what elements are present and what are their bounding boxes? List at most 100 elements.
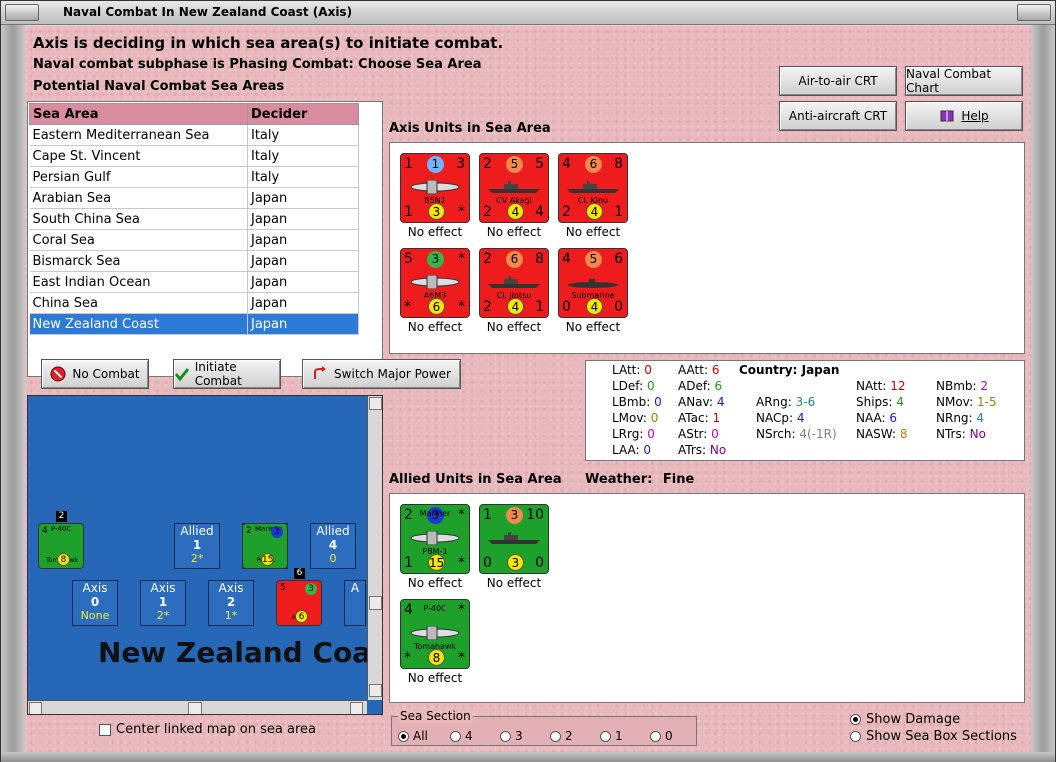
axis-sea-box[interactable]: Axis 0 None bbox=[72, 580, 118, 626]
unit-counter[interactable]: 1 3 1 B5N1 1 3 * bbox=[400, 153, 470, 223]
unit-counter[interactable]: 2 8 6 CL Jintsu 2 4 1 bbox=[479, 248, 549, 318]
stat-key: LRrg: bbox=[612, 427, 644, 441]
unit-counter[interactable]: 4 8 6 CL Kinu 2 4 1 bbox=[558, 153, 628, 223]
column-header-decider[interactable]: Decider bbox=[247, 103, 359, 125]
close-button[interactable] bbox=[1017, 4, 1051, 21]
sea-section-option[interactable]: 4 bbox=[450, 729, 473, 743]
map-horizontal-scrollbar[interactable] bbox=[28, 700, 367, 714]
sea-section-option[interactable]: 0 bbox=[650, 729, 673, 743]
map-unit-counter[interactable]: 2Mariner3PBM-115 bbox=[242, 523, 288, 569]
initiate-combat-label: Initiate Combat bbox=[194, 360, 242, 388]
sea-section-option[interactable]: 3 bbox=[500, 729, 523, 743]
table-row[interactable]: East Indian Ocean Japan bbox=[29, 271, 359, 293]
box-value: 1 bbox=[192, 538, 202, 552]
stat-item: LBmb: 0 bbox=[612, 395, 662, 409]
sea-area-map[interactable]: New Zealand Coas Allied12*Allied21*Allie… bbox=[27, 395, 383, 715]
table-row[interactable]: Coral Sea Japan bbox=[29, 229, 359, 251]
sea-area-cell: East Indian Ocean bbox=[29, 271, 248, 293]
scroll-right-button[interactable] bbox=[350, 702, 363, 714]
stat-value: 4 bbox=[976, 411, 985, 425]
box-label: A bbox=[350, 581, 360, 595]
sea-section-radio[interactable] bbox=[600, 730, 611, 742]
scroll-up-button[interactable] bbox=[369, 397, 382, 410]
sea-area-table[interactable]: Sea Area Decider Eastern Mediterranean S… bbox=[27, 101, 383, 377]
table-row[interactable]: Persian Gulf Italy bbox=[29, 166, 359, 188]
table-row[interactable]: South China Sea Japan bbox=[29, 208, 359, 230]
vertical-scroll-thumb[interactable] bbox=[369, 596, 382, 610]
counter-top-right-value: 8 bbox=[614, 156, 623, 172]
axis-sea-box[interactable]: Axis 1 2* bbox=[140, 580, 186, 626]
scroll-down-button[interactable] bbox=[369, 684, 382, 697]
sea-area-cell: Persian Gulf bbox=[29, 166, 248, 188]
switch-major-power-button[interactable]: Switch Major Power bbox=[302, 359, 461, 389]
counter-top-left-value: 4 bbox=[42, 526, 48, 536]
stat-item: Ships: 4 bbox=[856, 395, 904, 409]
no-combat-button[interactable]: No Combat bbox=[41, 359, 149, 389]
counter-top-left-value: 2 bbox=[483, 156, 492, 172]
axis-sea-box-partial[interactable]: A bbox=[344, 580, 366, 626]
decider-cell: Japan bbox=[247, 208, 359, 230]
table-row[interactable]: New Zealand Coast Japan bbox=[29, 313, 359, 335]
map-unit-counter[interactable]: 53A6M36 bbox=[276, 580, 322, 626]
sea-section-radio[interactable] bbox=[650, 730, 661, 742]
sea-section-radio[interactable] bbox=[500, 730, 511, 742]
scroll-left-button[interactable] bbox=[29, 702, 42, 714]
unit-counter[interactable]: 1 10 3 0 3 0 bbox=[479, 504, 549, 574]
unit-counter[interactable]: 4 * P-40C Tomahawk * 8 * bbox=[400, 599, 470, 669]
show-damage-option[interactable]: Show Damage bbox=[850, 712, 960, 727]
unit-counter[interactable]: 2 5 5 CV Akagi 2 4 4 bbox=[479, 153, 549, 223]
sea-section-radio[interactable] bbox=[398, 730, 409, 742]
stat-item: ADef: 6 bbox=[678, 379, 722, 393]
counter-bottom-badge: 6 bbox=[428, 298, 445, 315]
center-map-checkbox[interactable] bbox=[99, 723, 111, 736]
sea-section-option[interactable]: 1 bbox=[600, 729, 623, 743]
show-sections-option[interactable]: Show Sea Box Sections bbox=[850, 729, 1017, 744]
center-map-checkbox-row[interactable]: Center linked map on sea area bbox=[99, 722, 316, 737]
weather-label: Weather: bbox=[585, 472, 653, 487]
anti-aircraft-crt-button[interactable]: Anti-aircraft CRT bbox=[779, 101, 897, 131]
stat-value: 1 bbox=[712, 411, 721, 425]
system-menu-button[interactable] bbox=[5, 4, 39, 21]
show-sections-radio[interactable] bbox=[850, 731, 861, 742]
switch-arrow-icon bbox=[314, 366, 327, 379]
counter-bottom-right-value: 1 bbox=[535, 299, 544, 315]
show-damage-radio[interactable] bbox=[850, 714, 861, 725]
sea-section-option[interactable]: All bbox=[398, 729, 428, 743]
stat-key: NASW: bbox=[856, 427, 897, 441]
sea-section-group: Sea Section All 4 3 2 1 0 bbox=[391, 709, 697, 746]
stat-item: LAtt: 0 bbox=[612, 363, 652, 377]
help-button[interactable]: Help bbox=[905, 101, 1023, 131]
map-vertical-scrollbar[interactable] bbox=[367, 396, 382, 700]
table-row[interactable]: Cape St. Vincent Italy bbox=[29, 145, 359, 167]
unit-counter[interactable]: 2 * 3 Mariner PBM-1 1 15 * bbox=[400, 504, 470, 574]
unit-counter[interactable]: 5 * 3 A6M3 * 6 * bbox=[400, 248, 470, 318]
table-row[interactable]: China Sea Japan bbox=[29, 292, 359, 314]
decider-cell: Italy bbox=[247, 166, 359, 188]
unit-effect-label: No effect bbox=[407, 320, 463, 334]
sea-section-radio[interactable] bbox=[550, 730, 561, 742]
allied-sea-box[interactable]: Allied 1 2* bbox=[174, 523, 220, 569]
air-to-air-crt-label: Air-to-air CRT bbox=[798, 74, 878, 88]
counter-bottom-badge: 15 bbox=[428, 554, 445, 571]
sea-section-radio[interactable] bbox=[450, 730, 461, 742]
naval-combat-chart-button[interactable]: Naval Combat Chart bbox=[905, 66, 1023, 96]
counter-bottom-left-value: 2 bbox=[483, 299, 492, 315]
stat-item: NSrch: 4(-1R) bbox=[756, 427, 837, 441]
axis-sea-box[interactable]: Axis 2 1* bbox=[208, 580, 254, 626]
air-to-air-crt-button[interactable]: Air-to-air CRT bbox=[779, 66, 897, 96]
map-unit-counter[interactable]: 4P-40CTomahawk8 bbox=[38, 523, 84, 569]
sea-section-option[interactable]: 2 bbox=[550, 729, 573, 743]
table-row[interactable]: Bismarck Sea Japan bbox=[29, 250, 359, 272]
counter-top-badge: 3 bbox=[506, 507, 523, 524]
unit-counter[interactable]: 4 6 5 Submarine 0 4 0 bbox=[558, 248, 628, 318]
allied-sea-box[interactable]: Allied 4 0 bbox=[310, 523, 356, 569]
sea-area-cell: Eastern Mediterranean Sea bbox=[29, 124, 248, 146]
status-heading: Axis is deciding in which sea area(s) to… bbox=[33, 34, 504, 52]
initiate-combat-button[interactable]: Initiate Combat bbox=[173, 359, 281, 389]
column-header-sea-area[interactable]: Sea Area bbox=[29, 103, 248, 125]
horizontal-scroll-thumb[interactable] bbox=[188, 702, 202, 714]
table-row[interactable]: Eastern Mediterranean Sea Italy bbox=[29, 124, 359, 146]
box-label: Axis bbox=[82, 581, 108, 595]
unit-effect-label: No effect bbox=[565, 225, 621, 239]
table-row[interactable]: Arabian Sea Japan bbox=[29, 187, 359, 209]
